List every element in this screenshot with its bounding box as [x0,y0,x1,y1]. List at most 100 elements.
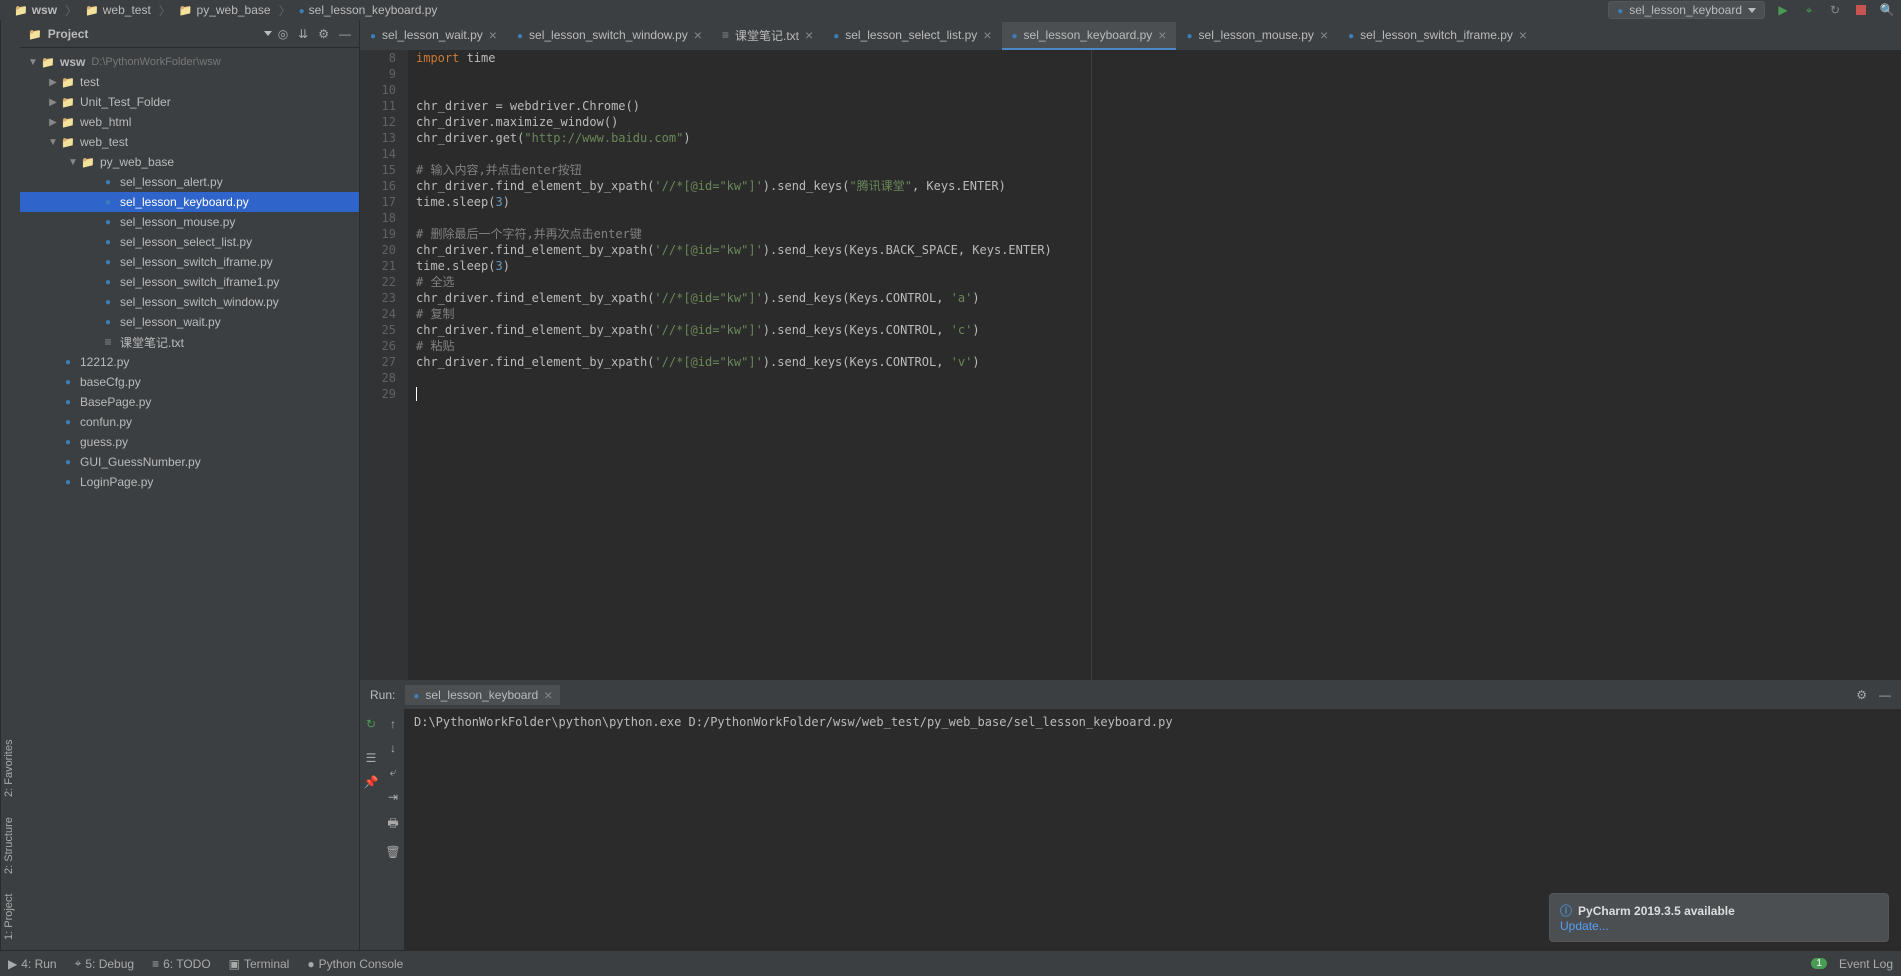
editor-tab[interactable]: sel_lesson_keyboard.py× [1002,22,1177,50]
breadcrumb-item[interactable]: sel_lesson_keyboard.py [293,3,444,17]
tree-item[interactable]: guess.py [20,432,359,452]
code-line[interactable]: chr_driver.get("http://www.baidu.com") [416,130,1091,146]
code-line[interactable]: # 删除最后一个字符,并再次点击enter键 [416,226,1091,242]
rerun-icon[interactable]: ↻ [1827,2,1843,18]
breadcrumb-item[interactable]: py_web_base [173,3,277,17]
code-line[interactable]: # 全选 [416,274,1091,290]
close-icon[interactable]: × [1158,27,1166,43]
tree-item[interactable]: sel_lesson_keyboard.py [20,192,359,212]
project-tree[interactable]: ▼ wsw D:\PythonWorkFolder\wsw ▶test▶Unit… [20,48,359,950]
close-icon[interactable]: × [983,27,991,43]
tree-item[interactable]: sel_lesson_switch_iframe.py [20,252,359,272]
down-icon[interactable]: ↓ [390,741,396,755]
code-line[interactable]: # 复制 [416,306,1091,322]
run-tab[interactable]: sel_lesson_keyboard × [405,685,560,705]
wrap-icon[interactable]: ⤶ [390,765,397,780]
tree-item[interactable]: ▼web_test [20,132,359,152]
tree-item[interactable]: ▶Unit_Test_Folder [20,92,359,112]
tree-item[interactable]: ▶test [20,72,359,92]
locate-icon[interactable]: ◎ [278,27,288,41]
sidebar-tab-structure[interactable]: 2: Structure [3,817,18,874]
pin-icon[interactable]: 📌 [364,775,379,789]
update-notification[interactable]: ⓘ PyCharm 2019.3.5 available Update... [1549,893,1889,942]
editor-tab[interactable]: sel_lesson_select_list.py× [823,22,1001,50]
code-line[interactable]: chr_driver.find_element_by_xpath('//*[@i… [416,178,1091,194]
tree-item[interactable]: ▶web_html [20,112,359,132]
stop-icon[interactable] [1853,2,1869,18]
code-line[interactable]: time.sleep(3) [416,194,1091,210]
code-line[interactable] [416,82,1091,98]
code-line[interactable] [416,146,1091,162]
up-icon[interactable]: ↑ [390,717,396,731]
close-icon[interactable]: × [1519,27,1527,43]
tree-item[interactable]: 课堂笔记.txt [20,332,359,352]
gear-icon[interactable]: ⚙ [318,27,329,41]
code-line[interactable]: # 粘贴 [416,338,1091,354]
code-line[interactable]: time.sleep(3) [416,258,1091,274]
gear-icon[interactable]: ⚙ [1856,688,1867,702]
tree-item[interactable]: sel_lesson_switch_iframe1.py [20,272,359,292]
editor-tab[interactable]: sel_lesson_wait.py× [360,22,507,50]
editor-tab[interactable]: sel_lesson_switch_window.py× [507,22,712,50]
rerun-icon[interactable]: ↻ [366,717,376,731]
tree-item[interactable]: 12212.py [20,352,359,372]
close-icon[interactable]: × [1320,27,1328,43]
close-icon[interactable]: × [544,687,552,703]
code-line[interactable]: chr_driver.find_element_by_xpath('//*[@i… [416,322,1091,338]
trash-icon[interactable]: 🗑 [385,845,400,859]
event-log[interactable]: Event Log [1839,957,1893,971]
editor-pane-left[interactable]: 8910111213141516171819202122232425262728… [360,50,1092,680]
bottom-run[interactable]: ▶ 4: Run [8,957,57,971]
code-line[interactable]: # 输入内容,并点击enter按钮 [416,162,1091,178]
code-line[interactable]: chr_driver = webdriver.Chrome() [416,98,1091,114]
sidebar-tab-favorites[interactable]: 2: Favorites [3,739,18,796]
code-line[interactable] [416,210,1091,226]
tree-item[interactable]: sel_lesson_select_list.py [20,232,359,252]
tree-root[interactable]: ▼ wsw D:\PythonWorkFolder\wsw [20,52,359,72]
editor-tab[interactable]: sel_lesson_mouse.py× [1176,22,1338,50]
tree-item[interactable]: confun.py [20,412,359,432]
close-icon[interactable]: × [489,27,497,43]
close-icon[interactable]: × [805,27,813,43]
expand-arrow-icon[interactable]: ▼ [26,57,40,68]
code-line[interactable]: chr_driver.find_element_by_xpath('//*[@i… [416,290,1091,306]
tree-item[interactable]: BasePage.py [20,392,359,412]
breadcrumb-item[interactable]: wsw [8,3,63,17]
collapse-icon[interactable]: ⇊ [298,27,308,41]
bottom-terminal[interactable]: ▣ Terminal [229,957,290,971]
tree-item[interactable]: ▼py_web_base [20,152,359,172]
close-icon[interactable]: × [694,27,702,43]
tree-item[interactable]: sel_lesson_wait.py [20,312,359,332]
run-config-selector[interactable]: sel_lesson_keyboard [1608,1,1765,19]
tree-item[interactable]: GUI_GuessNumber.py [20,452,359,472]
expand-arrow-icon[interactable]: ▶ [46,117,60,128]
tree-item[interactable]: baseCfg.py [20,372,359,392]
code-line[interactable]: import time [416,50,1091,66]
tree-item[interactable]: sel_lesson_switch_window.py [20,292,359,312]
tree-item[interactable]: sel_lesson_mouse.py [20,212,359,232]
scroll-icon[interactable]: ⇥ [388,790,398,804]
hide-icon[interactable]: — [1879,688,1891,702]
code-line[interactable] [416,370,1091,386]
expand-arrow-icon[interactable]: ▼ [66,157,80,168]
search-icon[interactable]: 🔍 [1879,2,1895,18]
expand-arrow-icon[interactable]: ▼ [46,137,60,148]
chevron-down-icon[interactable] [264,31,272,36]
editor-tab[interactable]: 课堂笔记.txt× [712,22,823,50]
code-line[interactable] [416,386,1091,402]
layout-icon[interactable]: ☰ [366,751,377,765]
breadcrumb-item[interactable]: web_test [79,3,157,17]
bottom-todo[interactable]: ≡ 6: TODO [152,957,211,971]
hide-icon[interactable]: — [339,27,351,41]
expand-arrow-icon[interactable]: ▶ [46,77,60,88]
code-line[interactable] [416,66,1091,82]
code-line[interactable]: chr_driver.find_element_by_xpath('//*[@i… [416,354,1091,370]
code-line[interactable]: chr_driver.find_element_by_xpath('//*[@i… [416,242,1091,258]
run-icon[interactable]: ▶ [1775,2,1791,18]
bottom-debug[interactable]: ⌖ 5: Debug [75,956,134,971]
expand-arrow-icon[interactable]: ▶ [46,97,60,108]
bottom-python-console[interactable]: ● Python Console [307,957,403,971]
sidebar-tab-project[interactable]: 1: Project [3,894,18,940]
code-line[interactable]: chr_driver.maximize_window() [416,114,1091,130]
tree-item[interactable]: sel_lesson_alert.py [20,172,359,192]
